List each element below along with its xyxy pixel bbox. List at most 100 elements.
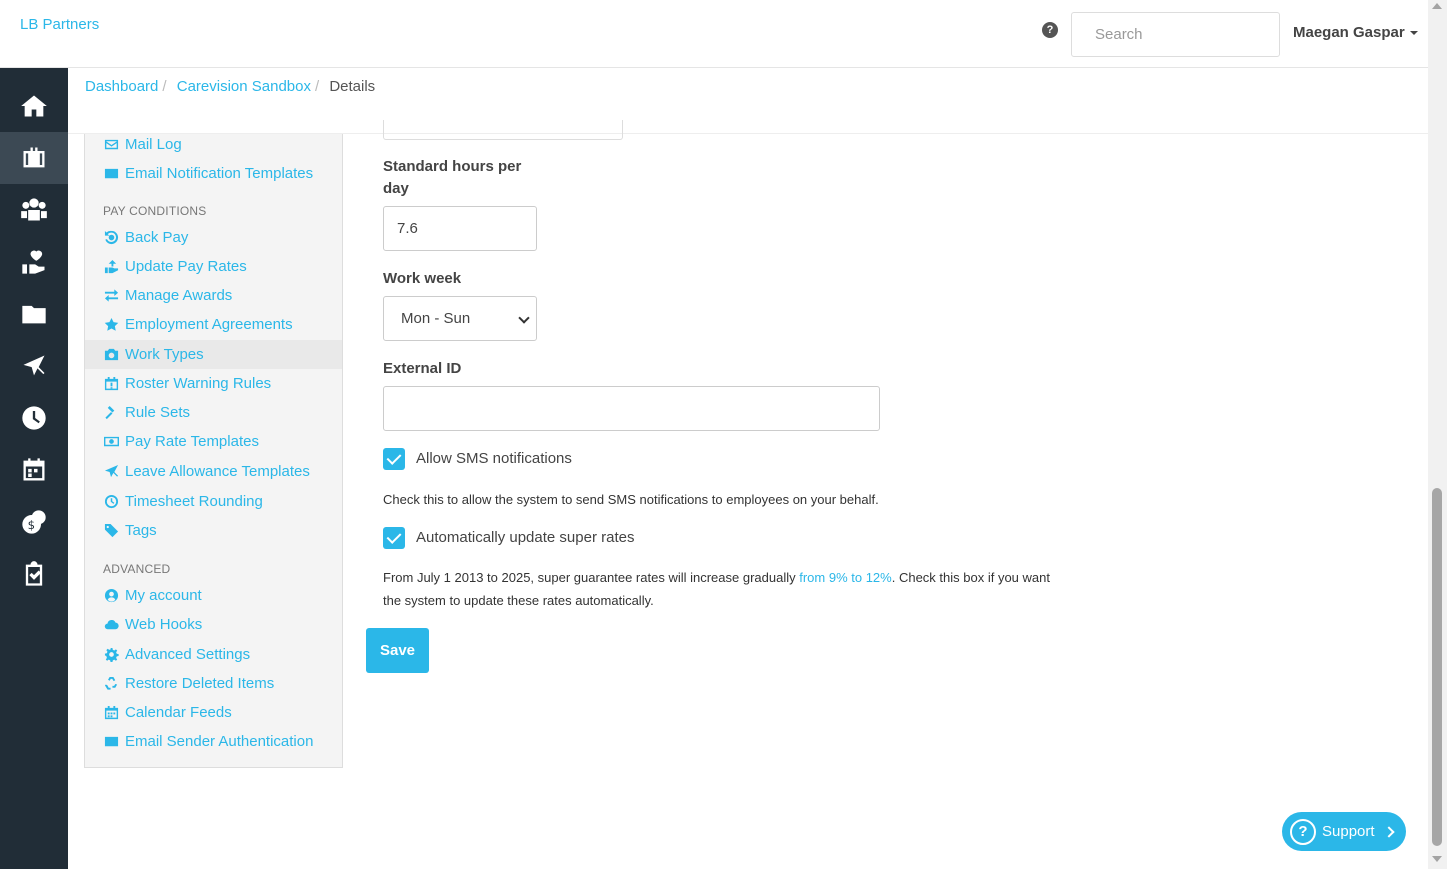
menu-item-roster-warning-rules[interactable]: Roster Warning Rules bbox=[85, 369, 342, 398]
menu-item-label: Manage Awards bbox=[125, 287, 233, 304]
std-hours-input[interactable] bbox=[383, 206, 537, 251]
nav-people[interactable] bbox=[0, 184, 68, 236]
hand-heart-icon bbox=[22, 250, 45, 274]
super-checkbox[interactable] bbox=[383, 527, 405, 549]
advanced-heading: ADVANCED bbox=[103, 562, 171, 576]
scroll-down-arrow-icon[interactable] bbox=[1432, 856, 1442, 862]
scroll-up-arrow-icon[interactable] bbox=[1432, 3, 1442, 9]
menu-item-label: Tags bbox=[125, 522, 157, 539]
nav-timesheets[interactable] bbox=[0, 392, 68, 444]
menu-item-employment-agreements[interactable]: Employment Agreements bbox=[85, 310, 342, 339]
gavel-icon bbox=[103, 405, 120, 420]
nav-business[interactable] bbox=[0, 132, 68, 184]
recycle-icon bbox=[103, 676, 120, 691]
menu-item-label: Email Notification Templates bbox=[125, 165, 314, 182]
menu-item-label: Update Pay Rates bbox=[125, 258, 247, 275]
previous-field-bottom bbox=[383, 120, 623, 140]
work-week-value: Mon - Sun bbox=[401, 310, 471, 327]
user-menu[interactable]: Maegan Gaspar bbox=[1293, 24, 1418, 41]
support-button[interactable]: ? Support bbox=[1282, 812, 1406, 851]
menu-item-pay-rate-templates[interactable]: Pay Rate Templates bbox=[85, 427, 342, 456]
menu-item-web-hooks[interactable]: Web Hooks bbox=[85, 610, 342, 639]
menu-item-my-account[interactable]: My account bbox=[85, 581, 342, 610]
clock-icon bbox=[22, 406, 46, 430]
nav-care[interactable] bbox=[0, 236, 68, 288]
envelope-template-icon bbox=[103, 167, 120, 181]
caret-down-icon bbox=[1409, 31, 1418, 36]
menu-item-label: Advanced Settings bbox=[125, 646, 251, 663]
menu-item-restore-deleted-items[interactable]: Restore Deleted Items bbox=[85, 669, 342, 698]
menu-item-leave-allowance-templates[interactable]: Leave Allowance Templates bbox=[85, 457, 342, 486]
chevron-right-icon bbox=[1382, 825, 1395, 838]
exchange-icon bbox=[103, 289, 120, 303]
question-circle-icon: ? bbox=[1290, 818, 1316, 845]
menu-item-email-notification-templates[interactable]: Email Notification Templates bbox=[85, 159, 342, 188]
help-icon[interactable]: ? bbox=[1042, 22, 1058, 38]
menu-item-label: Back Pay bbox=[125, 229, 189, 246]
menu-item-manage-awards[interactable]: Manage Awards bbox=[85, 281, 342, 310]
super-checkbox-label: Automatically update super rates bbox=[416, 529, 635, 546]
plane-icon bbox=[23, 355, 45, 376]
support-label: Support bbox=[1322, 823, 1375, 840]
nav-leave[interactable] bbox=[0, 340, 68, 392]
envelope-outline-icon bbox=[103, 138, 120, 152]
sms-help-text: Check this to allow the system to send S… bbox=[383, 492, 879, 507]
menu-item-timesheet-rounding[interactable]: Timesheet Rounding bbox=[85, 487, 342, 516]
menu-item-label: Mail Log bbox=[125, 136, 182, 153]
search-input[interactable] bbox=[1071, 12, 1280, 57]
breadcrumb-dashboard[interactable]: Dashboard bbox=[85, 78, 158, 95]
menu-item-label: Email Sender Authentication bbox=[125, 733, 314, 750]
sms-checkbox[interactable] bbox=[383, 448, 405, 470]
scroll-thumb[interactable] bbox=[1432, 488, 1442, 846]
external-id-label: External ID bbox=[383, 360, 462, 377]
plane-icon bbox=[103, 464, 120, 479]
super-rates-link[interactable]: from 9% to 12% bbox=[799, 570, 892, 585]
work-week-label: Work week bbox=[383, 270, 462, 287]
briefcase-icon bbox=[23, 147, 45, 168]
settings-menu: Mail Log Email Notification Templates PA… bbox=[84, 134, 343, 768]
menu-item-label: Timesheet Rounding bbox=[125, 493, 263, 510]
breadcrumb: Dashboard / Carevision Sandbox / Details bbox=[85, 78, 376, 95]
nav-home[interactable] bbox=[0, 80, 68, 132]
page-scrollbar[interactable] bbox=[1428, 0, 1447, 869]
camera-icon bbox=[103, 348, 120, 362]
menu-item-mail-log[interactable]: Mail Log bbox=[85, 130, 342, 159]
calendar-icon bbox=[23, 458, 45, 481]
sms-checkbox-label: Allow SMS notifications bbox=[416, 450, 572, 467]
nav-payroll[interactable]: $ bbox=[0, 496, 68, 548]
external-id-input[interactable] bbox=[383, 386, 880, 431]
breadcrumb-carevision-sandbox[interactable]: Carevision Sandbox bbox=[177, 78, 311, 95]
calendar-icon bbox=[103, 705, 120, 720]
std-hours-label: Standard hours per day bbox=[383, 158, 522, 197]
cloud-icon bbox=[103, 618, 120, 632]
menu-item-advanced-settings[interactable]: Advanced Settings bbox=[85, 640, 342, 669]
work-week-select[interactable]: Mon - Sun bbox=[383, 296, 537, 341]
menu-item-tags[interactable]: Tags bbox=[85, 516, 342, 545]
menu-item-label: Rule Sets bbox=[125, 404, 191, 421]
brand-link[interactable]: LB Partners bbox=[20, 16, 99, 33]
menu-item-rule-sets[interactable]: Rule Sets bbox=[85, 398, 342, 427]
nav-tasks[interactable] bbox=[0, 548, 68, 600]
menu-item-label: Pay Rate Templates bbox=[125, 433, 259, 450]
main-sidebar: $ bbox=[0, 68, 68, 869]
nav-files[interactable] bbox=[0, 288, 68, 340]
chevron-down-icon bbox=[518, 312, 530, 324]
update-rates-icon bbox=[103, 259, 120, 274]
nav-roster[interactable] bbox=[0, 444, 68, 496]
breadcrumb-current: Details bbox=[329, 78, 376, 95]
people-icon bbox=[21, 198, 47, 221]
folder-icon bbox=[22, 305, 46, 324]
menu-item-update-pay-rates[interactable]: Update Pay Rates bbox=[85, 252, 342, 281]
menu-item-label: My account bbox=[125, 587, 202, 604]
menu-item-calendar-feeds[interactable]: Calendar Feeds bbox=[85, 698, 342, 727]
back-pay-icon bbox=[103, 230, 120, 245]
user-name: Maegan Gaspar bbox=[1293, 24, 1405, 41]
clipboard-check-icon bbox=[25, 561, 43, 586]
menu-item-work-types[interactable]: Work Types bbox=[85, 340, 342, 369]
star-icon bbox=[103, 317, 120, 332]
menu-item-email-sender-authentication[interactable]: Email Sender Authentication bbox=[85, 727, 342, 756]
menu-item-back-pay[interactable]: Back Pay bbox=[85, 223, 342, 252]
home-icon bbox=[21, 95, 47, 117]
save-button[interactable]: Save bbox=[366, 628, 429, 673]
menu-item-label: Restore Deleted Items bbox=[125, 675, 275, 692]
